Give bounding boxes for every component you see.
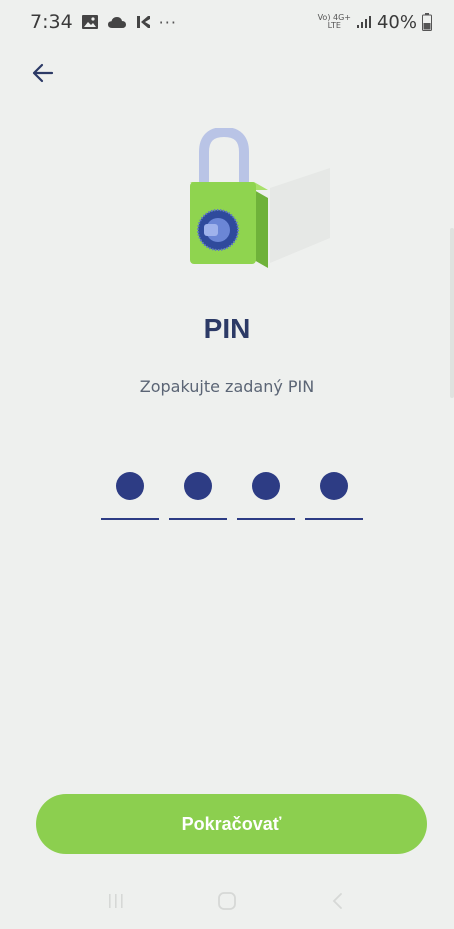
padlock-illustration	[180, 126, 340, 278]
recent-apps-button[interactable]	[96, 881, 136, 921]
gallery-icon	[81, 14, 99, 30]
overflow-dots: ···	[158, 12, 177, 32]
page-subtitle: Zopakujte zadaný PIN	[139, 377, 315, 396]
page-title: PIN	[203, 313, 251, 344]
pin-dot-filled	[320, 472, 348, 500]
pin-underline	[305, 518, 363, 520]
k-icon	[135, 14, 151, 30]
recent-apps-icon	[108, 894, 123, 908]
pin-input[interactable]	[101, 468, 363, 524]
pin-digit-4[interactable]	[305, 468, 363, 522]
back-nav-icon	[333, 893, 343, 909]
battery-percent: 40%	[376, 11, 417, 33]
home-button[interactable]	[207, 881, 247, 921]
system-nav-bar	[0, 873, 454, 929]
pin-digit-1[interactable]	[101, 468, 159, 522]
status-bar: 7:34 ··· Vo) 4G+ LTE 40%	[0, 0, 454, 44]
pin-underline	[169, 518, 227, 520]
pin-digit-3[interactable]	[237, 468, 295, 522]
battery-icon	[422, 13, 432, 31]
arrow-left-icon	[32, 63, 54, 83]
pin-dot-filled	[252, 472, 280, 500]
pin-underline	[237, 518, 295, 520]
signal-icon	[356, 15, 372, 29]
home-icon	[218, 892, 236, 910]
pin-digit-2[interactable]	[169, 468, 227, 522]
pin-dot-filled	[116, 472, 144, 500]
pin-underline	[101, 518, 159, 520]
network-indicator: Vo) 4G+ LTE	[318, 14, 351, 30]
cloud-icon	[107, 15, 127, 29]
pin-dot-filled	[184, 472, 212, 500]
pin-confirm-screen: 7:34 ··· Vo) 4G+ LTE 40% PIN Zopakujte z…	[0, 0, 454, 929]
edge-panel-handle[interactable]	[450, 228, 454, 398]
status-bar-right: Vo) 4G+ LTE 40%	[318, 12, 432, 33]
back-button[interactable]	[26, 56, 60, 90]
padlock-icon	[190, 126, 330, 268]
network-bottom-label: LTE	[327, 21, 341, 30]
status-bar-left: 7:34 ···	[30, 11, 177, 33]
system-back-button[interactable]	[318, 881, 358, 921]
continue-button[interactable]: Pokračovať	[36, 794, 427, 854]
status-time: 7:34	[30, 11, 73, 33]
